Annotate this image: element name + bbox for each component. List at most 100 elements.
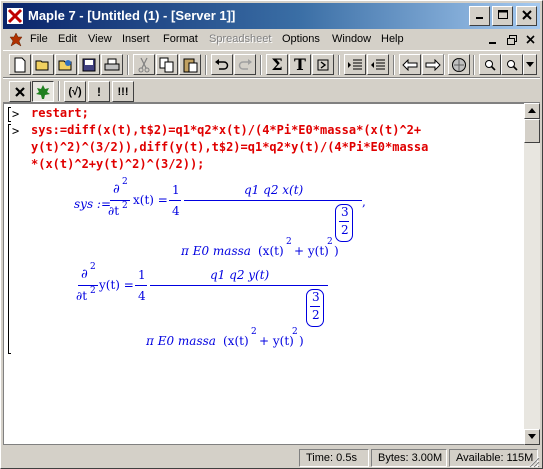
superscript-2: 2 (90, 262, 96, 272)
resize-grip-icon[interactable] (526, 454, 540, 468)
close-button[interactable] (516, 6, 537, 26)
document-maple-icon[interactable] (8, 32, 24, 48)
superscript-2: 2 (292, 327, 298, 337)
doc-minimize-button[interactable] (485, 33, 501, 47)
paste-clipboard-icon (183, 58, 198, 72)
scroll-up-button[interactable] (524, 103, 540, 119)
title-bar[interactable]: Maple 7 - [Untitled (1) - [Server 1]] (3, 3, 540, 29)
execute-worksheet-button[interactable]: !!! (112, 81, 134, 102)
comma: , (362, 195, 366, 209)
input-restart[interactable]: restart; (31, 106, 89, 120)
left-arrow-icon (402, 58, 418, 71)
context-toolbar: (√) ! !!! (3, 78, 540, 103)
zoom-dropdown-button[interactable] (523, 54, 537, 75)
worksheet-area[interactable]: > restart; > sys:=diff(x(t),t$2)=q1*q2*x… (3, 103, 524, 445)
superscript-2: 2 (90, 286, 96, 296)
two: 2 (312, 308, 320, 322)
new-document-icon (14, 57, 26, 72)
x-of-t-label: x(t) = (133, 193, 168, 207)
y-of-t-label: y(t) = (99, 278, 134, 292)
stop-execution-button[interactable] (9, 81, 31, 102)
zoom-out-button[interactable] (501, 54, 523, 75)
menu-spreadsheet[interactable]: Spreadsheet (209, 33, 271, 45)
chevron-down-icon (526, 61, 534, 67)
den-close: ) (334, 244, 339, 258)
minimize-button[interactable] (469, 6, 490, 26)
menu-window[interactable]: Window (332, 33, 371, 45)
stop-button[interactable] (448, 54, 470, 75)
insert-math-button[interactable]: Σ (266, 54, 288, 75)
maple-app-icon[interactable] (7, 8, 23, 24)
fraction-bar (339, 221, 349, 222)
vertical-scrollbar[interactable] (524, 103, 540, 445)
input-sys-line-1[interactable]: sys:=diff(x(t),t$2)=q1*q2*x(t)/(4*Pi*E0*… (31, 123, 421, 137)
execution-group-bracket[interactable] (8, 107, 11, 122)
scroll-thumb[interactable] (524, 119, 540, 143)
open-url-icon (58, 59, 72, 70)
cut-button[interactable] (133, 54, 155, 75)
execute-button[interactable]: ! (88, 81, 110, 102)
outdent-button[interactable] (344, 54, 366, 75)
scissors-icon (138, 57, 150, 72)
right-arrow-icon (425, 58, 441, 71)
input-sys-line-3[interactable]: *(x(t)^2+y(t)^2)^(3/2)); (31, 157, 204, 171)
save-disk-icon (82, 58, 96, 71)
insert-text-button[interactable]: T (289, 54, 311, 75)
up-arrow-icon (528, 108, 536, 113)
four: 4 (138, 289, 146, 303)
back-button[interactable] (399, 54, 421, 75)
fraction-bar (310, 306, 320, 307)
main-toolbar: Σ T (3, 50, 540, 78)
den-x: (x(t) (223, 334, 249, 348)
menu-format[interactable]: Format (163, 33, 198, 45)
maple-leaf-icon (36, 84, 50, 99)
menu-help[interactable]: Help (381, 33, 404, 45)
den-plus-y: + y(t) (294, 244, 329, 258)
menu-file[interactable]: File (30, 33, 48, 45)
zoom-in-icon (485, 59, 496, 71)
menu-view[interactable]: View (88, 33, 112, 45)
print-button[interactable] (101, 54, 123, 75)
window-title: Maple 7 - [Untitled (1) - [Server 1]] (28, 8, 236, 23)
input-prompt: > (12, 124, 20, 138)
menu-edit[interactable]: Edit (58, 33, 77, 45)
zoom-in-button[interactable] (479, 54, 501, 75)
status-bytes: Bytes: 3.00M (371, 449, 447, 467)
indent-button[interactable] (367, 54, 389, 75)
fraction-bar (184, 200, 362, 201)
one: 1 (172, 183, 180, 197)
scroll-down-button[interactable] (524, 429, 540, 445)
undo-button[interactable] (211, 54, 233, 75)
den-close: ) (299, 334, 304, 348)
menu-options[interactable]: Options (282, 33, 320, 45)
den-plus-y: + y(t) (259, 334, 294, 348)
doc-restore-button[interactable] (504, 33, 520, 47)
new-button[interactable] (9, 54, 31, 75)
maple-window: Maple 7 - [Untitled (1) - [Server 1]] Fi… (0, 0, 543, 469)
doc-close-button[interactable] (523, 33, 539, 47)
insert-prompt-button[interactable] (312, 54, 334, 75)
open-url-button[interactable] (55, 54, 77, 75)
execute-group-button[interactable]: (√) (64, 81, 86, 102)
indent-icon (371, 59, 385, 69)
superscript-2: 2 (327, 237, 333, 247)
numerator-y: q1 q2 y(t) (210, 268, 270, 282)
maple-input-mode-button[interactable] (32, 81, 54, 102)
prompt-icon (317, 59, 329, 70)
copy-icon (159, 57, 174, 72)
input-sys-line-2[interactable]: y(t)^2)^(3/2)),diff(y(t),t$2)=q1*q2*y(t)… (31, 140, 428, 154)
redo-button[interactable] (234, 54, 256, 75)
partial-t: ∂t (108, 204, 120, 218)
forward-button[interactable] (422, 54, 444, 75)
copy-button[interactable] (156, 54, 178, 75)
open-folder-icon (35, 60, 49, 70)
maximize-button[interactable] (492, 6, 513, 26)
save-button[interactable] (78, 54, 100, 75)
paste-button[interactable] (179, 54, 201, 75)
execution-group-bracket[interactable] (8, 124, 11, 354)
status-time: Time: 0.5s (299, 449, 369, 467)
menu-insert[interactable]: Insert (122, 33, 150, 45)
den-x: (x(t) (258, 244, 284, 258)
three: 3 (341, 205, 349, 219)
open-button[interactable] (32, 54, 54, 75)
